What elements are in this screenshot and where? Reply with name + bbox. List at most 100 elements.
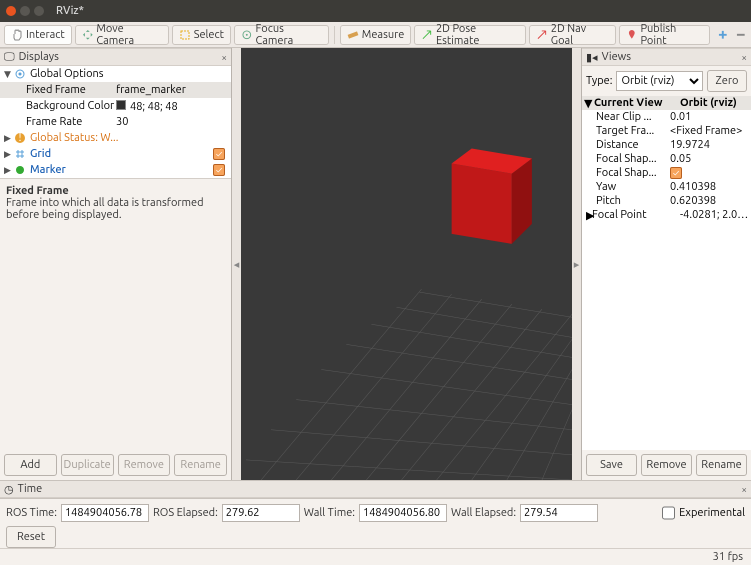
views-type-row: Type: Orbit (rviz) Zero: [582, 66, 751, 96]
fixed-frame-row[interactable]: Fixed Frame frame_marker: [0, 82, 231, 98]
global-status-row[interactable]: ▶ ! Global Status: W...: [0, 130, 231, 146]
status-bar: 31 fps: [0, 548, 751, 565]
near-clip-row[interactable]: Near Clip ...0.01: [582, 110, 751, 124]
time-title: Time: [18, 483, 43, 495]
focal-shape-size-row[interactable]: Focal Shap...0.05: [582, 152, 751, 166]
viewport-3d[interactable]: [241, 48, 572, 480]
yaw-row[interactable]: Yaw0.410398: [582, 180, 751, 194]
reset-row: Reset: [0, 526, 751, 548]
save-button[interactable]: Save: [586, 454, 637, 476]
grid-row[interactable]: ▶ Grid ✓: [0, 146, 231, 162]
views-title: Views: [602, 51, 631, 63]
displays-buttons: Add Duplicate Remove Rename: [0, 450, 231, 480]
monitor-icon: 🖵: [4, 51, 15, 64]
displays-tree[interactable]: ▼ Global Options Fixed Frame frame_marke…: [0, 66, 231, 179]
wall-elapsed-label: Wall Elapsed:: [451, 507, 516, 519]
views-tree[interactable]: ▼ Current View Orbit (rviz) Near Clip ..…: [582, 96, 751, 450]
global-options-row[interactable]: ▼ Global Options: [0, 66, 231, 82]
warning-icon: !: [14, 132, 26, 144]
wall-elapsed-input[interactable]: [520, 504, 598, 522]
minus-icon[interactable]: [735, 29, 747, 41]
interact-button[interactable]: Interact: [4, 25, 72, 45]
window-minimize-icon[interactable]: [20, 6, 30, 16]
experimental-checkbox[interactable]: [662, 504, 675, 522]
time-panel: ROS Time: ROS Elapsed: Wall Time: Wall E…: [0, 498, 751, 526]
select-button[interactable]: Select: [172, 25, 231, 45]
move-camera-button[interactable]: Move Camera: [75, 25, 169, 45]
views-buttons: Save Remove Rename: [582, 450, 751, 480]
panel-close-icon[interactable]: ×: [741, 484, 747, 495]
right-collapse-handle[interactable]: ▸: [572, 48, 581, 480]
expand-icon[interactable]: ▼: [582, 97, 592, 110]
distance-row[interactable]: Distance19.9724: [582, 138, 751, 152]
frame-rate-value: 30: [116, 116, 231, 128]
wall-time-label: Wall Time:: [304, 507, 355, 519]
focal-shape-fixed-row[interactable]: Focal Shap...✓: [582, 166, 751, 180]
grid-checkbox[interactable]: ✓: [213, 148, 225, 160]
grid-label: Grid: [30, 148, 51, 160]
fixed-frame-label: Fixed Frame: [26, 84, 116, 96]
ros-time-input[interactable]: [61, 504, 149, 522]
viewport-container: ◂: [232, 48, 581, 480]
measure-button[interactable]: Measure: [340, 25, 412, 45]
time-header: ◷ Time ×: [0, 480, 751, 498]
rename-view-button[interactable]: Rename: [696, 454, 747, 476]
reset-button[interactable]: Reset: [6, 526, 56, 548]
remove-button: Remove: [118, 454, 171, 476]
global-options-label: Global Options: [30, 68, 104, 80]
focal-point-row[interactable]: ▶ Focal Point -4.0281; 2.0475; ...: [582, 208, 751, 222]
fixed-frame-value[interactable]: frame_marker: [116, 84, 231, 96]
expand-icon[interactable]: ▶: [4, 165, 14, 176]
window-maximize-icon[interactable]: [34, 6, 44, 16]
pose-estimate-button[interactable]: 2D Pose Estimate: [414, 25, 526, 45]
publish-point-button[interactable]: Publish Point: [619, 25, 710, 45]
left-collapse-handle[interactable]: ◂: [232, 48, 241, 480]
interact-label: Interact: [26, 29, 65, 41]
toolbar: Interact Move Camera Select Focus Camera…: [0, 22, 751, 48]
panel-close-icon[interactable]: ×: [741, 52, 747, 63]
zero-button[interactable]: Zero: [707, 70, 747, 92]
duplicate-button: Duplicate: [61, 454, 114, 476]
add-button[interactable]: Add: [4, 454, 57, 476]
expand-icon[interactable]: ▶: [4, 133, 14, 144]
pitch-row[interactable]: Pitch0.620398: [582, 194, 751, 208]
grid-icon: [14, 148, 26, 160]
current-view-value: Orbit (rviz): [678, 97, 751, 109]
window-close-icon[interactable]: [6, 6, 16, 16]
nav-goal-button[interactable]: 2D Nav Goal: [529, 25, 616, 45]
expand-icon[interactable]: ▶: [582, 209, 592, 222]
experimental-label: Experimental: [679, 507, 745, 519]
ros-time-label: ROS Time:: [6, 507, 57, 519]
rename-button: Rename: [174, 454, 227, 476]
color-swatch-icon: [116, 100, 126, 110]
focus-camera-label: Focus Camera: [256, 23, 322, 47]
wall-time-input[interactable]: [359, 504, 447, 522]
marker-label: Marker: [30, 164, 66, 176]
window-title: RViz*: [56, 5, 84, 17]
global-status-label: Global Status: W...: [30, 132, 118, 144]
arrow-green-icon: [421, 29, 433, 41]
target-frame-row[interactable]: Target Fra...<Fixed Frame>: [582, 124, 751, 138]
expand-icon[interactable]: ▶: [4, 149, 14, 160]
marker-checkbox[interactable]: ✓: [213, 164, 225, 176]
background-color-row[interactable]: Background Color 48; 48; 48: [0, 98, 231, 114]
plus-icon[interactable]: [717, 29, 729, 41]
focus-camera-button[interactable]: Focus Camera: [234, 25, 329, 45]
move-icon: [82, 29, 94, 41]
description-body: Frame into which all data is transformed…: [6, 197, 225, 221]
displays-title: Displays: [19, 51, 59, 63]
expand-icon[interactable]: ▼: [4, 69, 14, 80]
remove-view-button[interactable]: Remove: [641, 454, 692, 476]
current-view-row[interactable]: ▼ Current View Orbit (rviz): [582, 96, 751, 110]
window-titlebar: RViz*: [0, 0, 751, 22]
view-type-select[interactable]: Orbit (rviz): [616, 71, 703, 91]
frame-rate-row[interactable]: Frame Rate 30: [0, 114, 231, 130]
move-camera-label: Move Camera: [96, 23, 161, 47]
toolbar-separator: [334, 26, 335, 44]
marker-row[interactable]: ▶ Marker ✓: [0, 162, 231, 178]
focal-shape-checkbox[interactable]: ✓: [670, 167, 682, 179]
ros-elapsed-input[interactable]: [222, 504, 300, 522]
panel-close-icon[interactable]: ×: [221, 52, 227, 63]
current-view-label: Current View: [592, 97, 678, 109]
displays-header: 🖵 Displays ×: [0, 48, 231, 66]
